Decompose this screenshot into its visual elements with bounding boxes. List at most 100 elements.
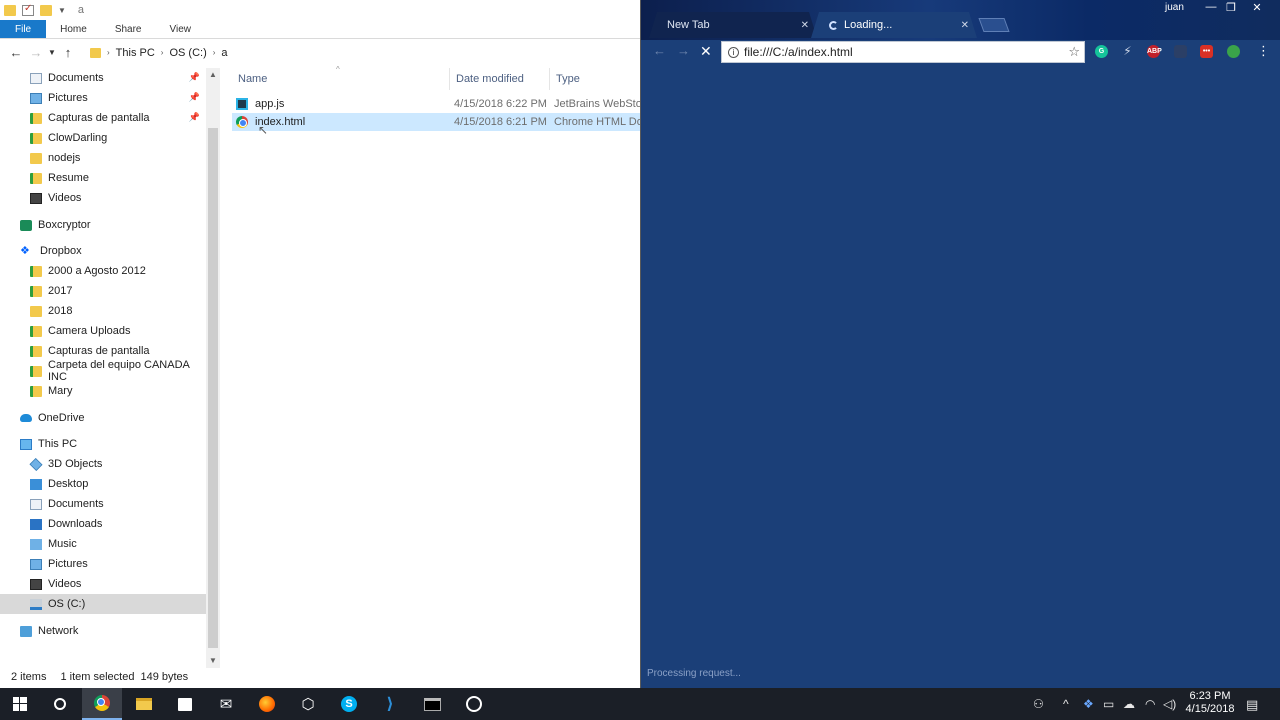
taskbar-vscode[interactable]: ⟩	[370, 688, 410, 720]
sidebar-item-this-pc[interactable]: This PC	[0, 434, 206, 454]
sidebar-item-agosto-2012[interactable]: 2000 a Agosto 2012	[0, 261, 206, 281]
tab-loading[interactable]: Loading... ✕	[811, 12, 977, 38]
action-center-icon[interactable]: ▤	[1246, 697, 1258, 713]
sidebar-item-clowdarling[interactable]: ClowDarling	[0, 128, 206, 148]
close-icon[interactable]: ✕	[961, 20, 969, 31]
chevron-right-icon[interactable]: ›	[107, 48, 110, 57]
up-arrow-icon[interactable]: ↑	[58, 45, 78, 60]
extension-green-icon[interactable]	[1227, 45, 1240, 58]
sidebar-item-downloads[interactable]: Downloads	[0, 514, 206, 534]
pin-icon[interactable]: 📌	[189, 92, 200, 103]
sidebar-item-pictures-quick[interactable]: Pictures 📌	[0, 88, 206, 108]
menu-kebab-icon[interactable]: ⋮	[1257, 43, 1270, 59]
sidebar-item-videos-quick[interactable]: Videos	[0, 188, 206, 208]
scroll-down-icon[interactable]: ▼	[206, 654, 220, 668]
breadcrumb[interactable]: › This PC › OS (C:) › a	[86, 43, 640, 63]
extension-icon[interactable]	[1174, 45, 1187, 58]
breadcrumb-folder[interactable]: a	[221, 47, 227, 59]
sidebar-item-mary[interactable]: Mary	[0, 381, 206, 401]
info-icon[interactable]: i	[728, 46, 739, 58]
tab-share[interactable]: Share	[101, 20, 156, 38]
volume-icon[interactable]: ◁)	[1163, 697, 1176, 711]
column-header-name[interactable]: Name	[230, 68, 450, 90]
address-bar-input[interactable]: i file:///C:/a/index.html ☆	[721, 41, 1085, 63]
pin-icon[interactable]: 📌	[189, 112, 200, 123]
profile-name[interactable]: juan	[1165, 2, 1184, 13]
people-icon[interactable]: ⚇	[1033, 697, 1044, 711]
forward-arrow-icon[interactable]: →	[677, 43, 690, 58]
taskbar-terminal[interactable]	[412, 688, 452, 720]
scrollbar-thumb[interactable]	[208, 128, 218, 648]
sidebar-item-carpeta-canada[interactable]: Carpeta del equipo CANADA INC	[0, 359, 206, 383]
column-header-type[interactable]: Type	[548, 68, 640, 90]
adblock-extension-icon[interactable]: ABP	[1147, 45, 1162, 58]
sidebar-item-2017[interactable]: 2017	[0, 281, 206, 301]
tab-view[interactable]: View	[156, 20, 206, 38]
onedrive-tray-icon[interactable]: ☁	[1123, 697, 1135, 711]
new-tab-button[interactable]	[978, 18, 1010, 32]
table-row[interactable]: app.js 4/15/2018 6:22 PM JetBrains WebSt…	[232, 95, 640, 113]
pin-icon[interactable]: 📌	[189, 72, 200, 83]
taskbar-mail[interactable]: ✉	[206, 688, 246, 720]
taskbar-skype[interactable]: S	[329, 688, 369, 720]
tab-new-tab[interactable]: New Tab ✕	[649, 12, 817, 38]
chevron-right-icon[interactable]: ›	[161, 48, 164, 57]
close-icon[interactable]: ✕	[801, 20, 809, 31]
back-arrow-icon[interactable]: ←	[653, 43, 666, 58]
table-row[interactable]: index.html 4/15/2018 6:21 PM Chrome HTML…	[232, 113, 640, 131]
sidebar-item-onedrive[interactable]: OneDrive	[0, 408, 206, 428]
wifi-icon[interactable]: ◠	[1145, 697, 1155, 711]
recent-locations-chevron-icon[interactable]: ▼	[46, 48, 58, 57]
dropbox-tray-icon[interactable]: ❖	[1083, 697, 1094, 711]
taskbar-file-explorer[interactable]	[124, 688, 164, 720]
minimize-icon[interactable]: —	[1201, 1, 1221, 13]
sidebar-item-camera-uploads[interactable]: Camera Uploads	[0, 321, 206, 341]
bookmark-star-icon[interactable]: ☆	[1068, 44, 1080, 60]
show-hidden-icons-chevron-icon[interactable]: ^	[1063, 697, 1069, 711]
extension-red-icon[interactable]: •••	[1200, 45, 1213, 58]
properties-icon[interactable]	[22, 3, 34, 16]
sidebar-item-videos[interactable]: Videos	[0, 574, 206, 594]
cortana-button[interactable]	[40, 688, 80, 720]
column-header-date-modified[interactable]: Date modified	[448, 68, 550, 90]
sidebar-item-documents[interactable]: Documents	[0, 494, 206, 514]
extension-bolt-icon[interactable]: ⚡	[1121, 45, 1134, 58]
scroll-up-icon[interactable]: ▲	[206, 68, 220, 82]
sidebar-item-3d-objects[interactable]: 3D Objects	[0, 454, 206, 474]
tab-file[interactable]: File	[0, 20, 47, 38]
sidebar-item-capturas-dropbox[interactable]: Capturas de pantalla	[0, 341, 206, 361]
sidebar-item-music[interactable]: Music	[0, 534, 206, 554]
sidebar-item-os-c[interactable]: OS (C:)	[0, 594, 206, 614]
sidebar-item-documents-quick[interactable]: Documents 📌	[0, 68, 206, 88]
sidebar-item-dropbox[interactable]: ❖ Dropbox	[0, 241, 206, 261]
forward-arrow-icon[interactable]: →	[26, 45, 46, 60]
stop-loading-icon[interactable]: ✕	[700, 43, 712, 60]
back-arrow-icon[interactable]: ←	[6, 45, 26, 60]
tab-home[interactable]: Home	[46, 20, 101, 38]
new-folder-icon[interactable]	[40, 4, 52, 16]
navigation-scrollbar[interactable]: ▲ ▼	[206, 68, 220, 668]
sidebar-item-resume[interactable]: Resume	[0, 168, 206, 188]
breadcrumb-drive[interactable]: OS (C:)	[169, 47, 206, 59]
sidebar-item-capturas-quick[interactable]: Capturas de pantalla 📌	[0, 108, 206, 128]
sidebar-item-2018[interactable]: 2018	[0, 301, 206, 321]
taskbar-store[interactable]	[165, 688, 205, 720]
maximize-icon[interactable]: ❐	[1221, 1, 1241, 14]
taskbar-3d-viewer[interactable]: ⬡	[288, 688, 328, 720]
close-window-icon[interactable]: ✕	[1247, 1, 1267, 14]
sidebar-item-network[interactable]: Network	[0, 621, 206, 641]
breadcrumb-this-pc[interactable]: This PC	[116, 47, 155, 59]
grammarly-extension-icon[interactable]: G	[1095, 45, 1108, 58]
sidebar-item-pictures[interactable]: Pictures	[0, 554, 206, 574]
taskbar-obs[interactable]	[454, 688, 494, 720]
taskbar-chrome[interactable]	[82, 688, 122, 720]
customize-toolbar-icon[interactable]: ▼	[58, 6, 66, 15]
sidebar-item-boxcryptor[interactable]: Boxcryptor	[0, 215, 206, 235]
taskbar-clock[interactable]: 6:23 PM 4/15/2018	[1180, 690, 1240, 716]
sidebar-item-desktop[interactable]: Desktop	[0, 474, 206, 494]
taskbar-firefox[interactable]	[247, 688, 287, 720]
chevron-right-icon[interactable]: ›	[213, 48, 216, 57]
sidebar-item-nodejs[interactable]: nodejs	[0, 148, 206, 168]
battery-icon[interactable]: ▭	[1103, 697, 1114, 711]
start-button[interactable]	[0, 688, 40, 720]
